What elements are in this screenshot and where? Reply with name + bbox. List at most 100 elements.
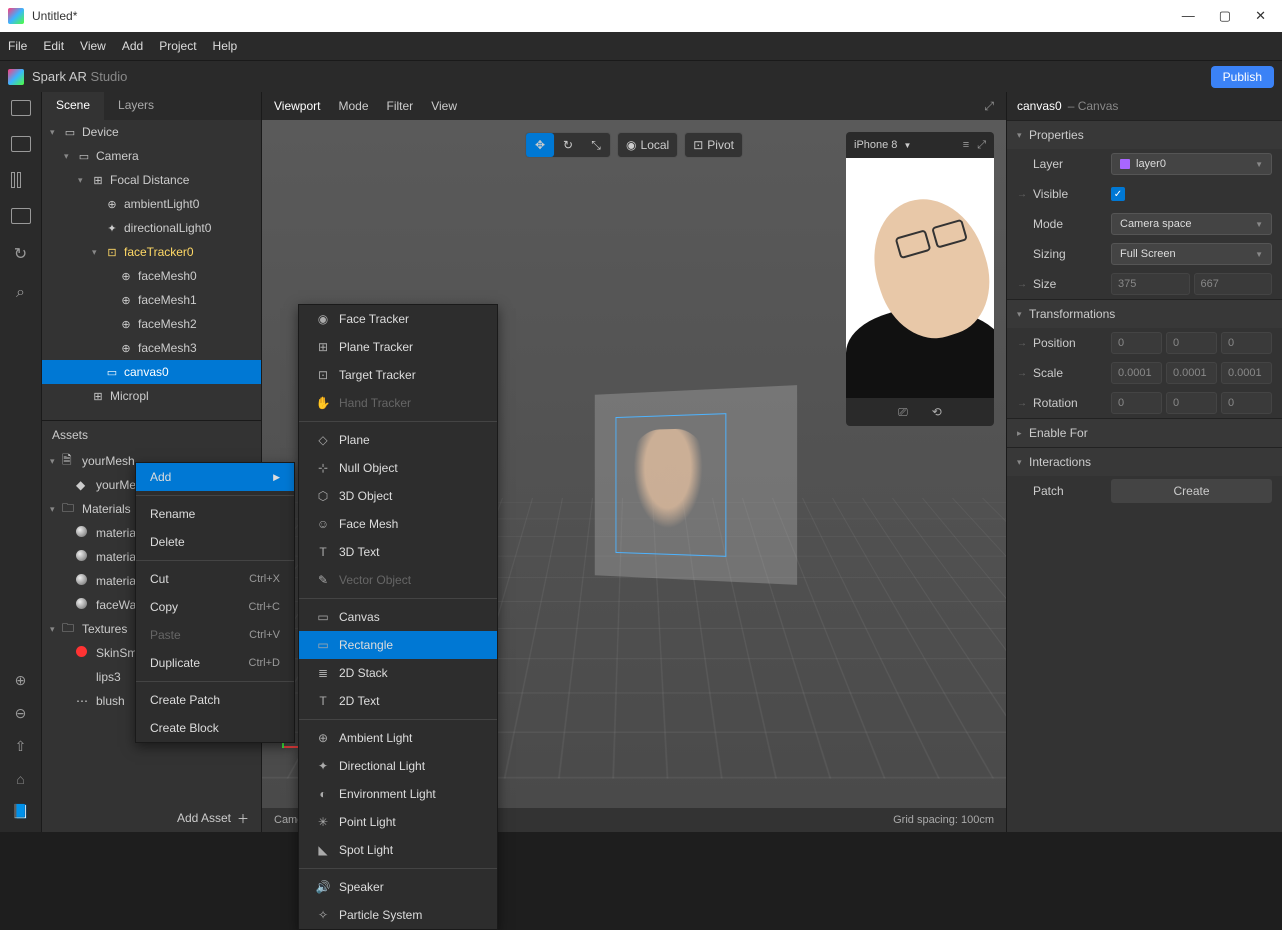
menu-item[interactable]: ✋Hand Tracker xyxy=(299,389,497,417)
tree-row[interactable]: ▾⊡faceTracker0 xyxy=(42,240,261,264)
menu-item[interactable]: CutCtrl+X xyxy=(136,565,294,593)
tab-layers[interactable]: Layers xyxy=(104,92,168,120)
tab-scene[interactable]: Scene xyxy=(42,92,104,120)
rail-refresh-icon[interactable]: ↻ xyxy=(14,244,27,264)
tree-row[interactable]: ▭canvas0 xyxy=(42,360,261,384)
menu-item[interactable]: ⊕Ambient Light xyxy=(299,724,497,752)
menu-item[interactable]: Add▶ xyxy=(136,463,294,491)
scale-z[interactable]: 0.0001 xyxy=(1221,362,1272,384)
rot-y[interactable]: 0 xyxy=(1166,392,1217,414)
viewport-mode[interactable]: Mode xyxy=(338,99,368,113)
tool-move[interactable]: ✥ xyxy=(526,133,554,157)
menu-item[interactable]: ⬡3D Object xyxy=(299,482,497,510)
viewport-view[interactable]: View xyxy=(431,99,457,113)
add-asset-button[interactable]: Add Asset＋ xyxy=(42,804,261,832)
menu-item[interactable]: ▭Rectangle xyxy=(299,631,497,659)
menu-item[interactable]: ✦Directional Light xyxy=(299,752,497,780)
tree-row[interactable]: ⊕faceMesh1 xyxy=(42,288,261,312)
toggle-pivot[interactable]: ⊡Pivot xyxy=(684,132,743,158)
menu-item[interactable]: ⊡Target Tracker xyxy=(299,361,497,389)
close-button[interactable]: ✕ xyxy=(1255,8,1266,24)
tree-row[interactable]: ⊕faceMesh3 xyxy=(42,336,261,360)
layer-select[interactable]: layer0▼ xyxy=(1111,153,1272,175)
tree-row[interactable]: ▾⊞Focal Distance xyxy=(42,168,261,192)
menu-item[interactable]: Create Block xyxy=(136,714,294,742)
menu-item[interactable]: ◇Plane xyxy=(299,426,497,454)
menu-item[interactable]: ◣Spot Light xyxy=(299,836,497,864)
menu-item[interactable]: ≣2D Stack xyxy=(299,659,497,687)
menu-item[interactable]: Delete xyxy=(136,528,294,556)
menu-item[interactable]: ⊞Plane Tracker xyxy=(299,333,497,361)
tree-row[interactable]: ⊕faceMesh0 xyxy=(42,264,261,288)
maximize-button[interactable]: ▢ xyxy=(1219,8,1231,24)
menu-item[interactable]: CopyCtrl+C xyxy=(136,593,294,621)
size-height[interactable]: 667 xyxy=(1194,273,1273,295)
tree-row[interactable]: ▾▭Device xyxy=(42,120,261,144)
menu-item[interactable]: ◉Face Tracker xyxy=(299,305,497,333)
menu-file[interactable]: File xyxy=(8,39,27,53)
menu-item[interactable]: ▭Canvas xyxy=(299,603,497,631)
rail-box-icon[interactable] xyxy=(11,208,31,224)
menu-item[interactable]: T2D Text xyxy=(299,687,497,715)
mode-select[interactable]: Camera space▼ xyxy=(1111,213,1272,235)
menu-item[interactable]: ☺Face Mesh xyxy=(299,510,497,538)
tree-row[interactable]: ⊕ambientLight0 xyxy=(42,192,261,216)
section-properties[interactable]: Properties xyxy=(1029,128,1084,142)
menu-item[interactable]: Create Patch xyxy=(136,686,294,714)
preview-menu-icon[interactable]: ≡ xyxy=(963,139,969,152)
minimize-button[interactable]: — xyxy=(1182,8,1195,24)
reset-icon[interactable]: ⟲ xyxy=(932,405,942,419)
menu-item[interactable]: ✎Vector Object xyxy=(299,566,497,594)
rail-bug-icon[interactable]: ⌂ xyxy=(16,771,24,787)
menu-item[interactable]: T3D Text xyxy=(299,538,497,566)
preview-popout-icon[interactable]: ⤢ xyxy=(977,139,986,152)
pos-y[interactable]: 0 xyxy=(1166,332,1217,354)
menu-view[interactable]: View xyxy=(80,39,106,53)
rail-layout-icon[interactable] xyxy=(11,100,31,116)
section-interactions[interactable]: Interactions xyxy=(1029,455,1091,469)
create-patch-button[interactable]: Create xyxy=(1111,479,1272,503)
publish-button[interactable]: Publish xyxy=(1211,66,1274,88)
menu-item[interactable]: PasteCtrl+V xyxy=(136,621,294,649)
popout-icon[interactable]: ⤢ xyxy=(984,99,994,114)
rot-x[interactable]: 0 xyxy=(1111,392,1162,414)
tool-scale[interactable]: ⤡ xyxy=(582,133,610,157)
tree-row[interactable]: ▾▭Camera xyxy=(42,144,261,168)
rot-z[interactable]: 0 xyxy=(1221,392,1272,414)
menu-add[interactable]: Add xyxy=(122,39,143,53)
menu-item[interactable]: ⊹Null Object xyxy=(299,454,497,482)
rail-search-icon[interactable]: ⌕ xyxy=(16,284,25,302)
menu-help[interactable]: Help xyxy=(213,39,238,53)
rail-panels-icon[interactable] xyxy=(11,172,31,188)
rail-device-icon[interactable] xyxy=(11,136,31,152)
tree-row[interactable]: ⊕faceMesh2 xyxy=(42,312,261,336)
menu-item[interactable]: ✧Particle System xyxy=(299,901,497,929)
rail-export-icon[interactable]: ⇧ xyxy=(15,738,27,755)
toggle-local[interactable]: ◉Local xyxy=(617,132,678,158)
menu-item[interactable]: ◐Environment Light xyxy=(299,780,497,808)
menu-item[interactable]: DuplicateCtrl+D xyxy=(136,649,294,677)
size-width[interactable]: 375 xyxy=(1111,273,1190,295)
menu-item[interactable]: 🔊Speaker xyxy=(299,873,497,901)
pos-z[interactable]: 0 xyxy=(1221,332,1272,354)
tree-row[interactable]: ⊞Micropl xyxy=(42,384,261,408)
capture-icon[interactable]: ⎚ xyxy=(898,405,908,420)
device-name[interactable]: iPhone 8 xyxy=(854,139,897,151)
scale-x[interactable]: 0.0001 xyxy=(1111,362,1162,384)
rail-remove-icon[interactable]: ⊖ xyxy=(15,705,27,722)
rail-learn-icon[interactable]: 📘 xyxy=(12,803,29,820)
chevron-down-icon[interactable]: ▼ xyxy=(903,141,911,150)
menu-project[interactable]: Project xyxy=(159,39,196,53)
pos-x[interactable]: 0 xyxy=(1111,332,1162,354)
scale-y[interactable]: 0.0001 xyxy=(1166,362,1217,384)
tree-row[interactable]: ✦directionalLight0 xyxy=(42,216,261,240)
menu-item[interactable]: Rename xyxy=(136,500,294,528)
menu-edit[interactable]: Edit xyxy=(43,39,64,53)
sizing-select[interactable]: Full Screen▼ xyxy=(1111,243,1272,265)
tool-rotate[interactable]: ↻ xyxy=(554,133,582,157)
visible-checkbox[interactable]: ✓ xyxy=(1111,187,1125,201)
viewport-filter[interactable]: Filter xyxy=(387,99,414,113)
section-transformations[interactable]: Transformations xyxy=(1029,307,1115,321)
rail-add-icon[interactable]: ⊕ xyxy=(15,672,27,689)
section-enable-for[interactable]: Enable For xyxy=(1029,426,1088,440)
